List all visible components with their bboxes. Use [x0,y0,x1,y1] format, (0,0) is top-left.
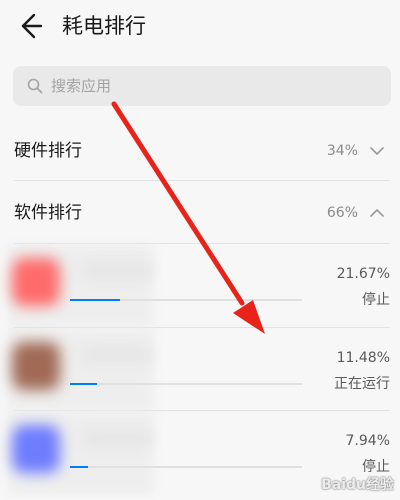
search-placeholder: 搜索应用 [51,77,112,95]
section-percent: 34% [326,143,358,159]
usage-bar [70,466,302,468]
divider [14,180,390,181]
back-arrow-icon[interactable] [14,11,44,41]
usage-bar-fill [70,383,97,385]
chevron-up-icon [370,209,384,217]
list-item[interactable]: 21.67% 停止 [0,244,400,328]
app-status: 停止 [362,459,390,475]
section-percent: 66% [326,205,358,221]
app-status: 正在运行 [334,376,390,392]
app-usage-percent: 11.48% [336,350,390,366]
section-hardware-ranking[interactable]: 硬件排行 34% [0,120,400,182]
section-software-ranking[interactable]: 软件排行 66% [0,182,400,244]
app-icon [12,258,60,306]
search-input[interactable]: 搜索应用 [13,66,391,106]
blurred-app-name [82,346,152,364]
usage-bar-fill [70,299,121,301]
app-status: 停止 [362,292,390,308]
search-icon [27,78,43,94]
section-label: 硬件排行 [14,141,82,161]
page-title: 耗电排行 [62,14,146,38]
chevron-down-icon [370,147,384,155]
app-usage-percent: 21.67% [336,266,390,282]
blurred-app-name [82,429,152,447]
usage-bar [70,299,302,301]
usage-bar-fill [70,466,89,468]
app-icon [12,425,60,473]
app-bar: 耗电排行 [0,0,400,52]
app-icon [12,342,60,390]
list-item[interactable]: 11.48% 正在运行 [0,328,400,412]
blurred-app-name [82,262,152,280]
usage-bar [70,383,302,385]
app-usage-percent: 7.94% [345,433,390,449]
watermark: Baidu经验 [321,477,394,493]
section-label: 软件排行 [14,203,82,223]
